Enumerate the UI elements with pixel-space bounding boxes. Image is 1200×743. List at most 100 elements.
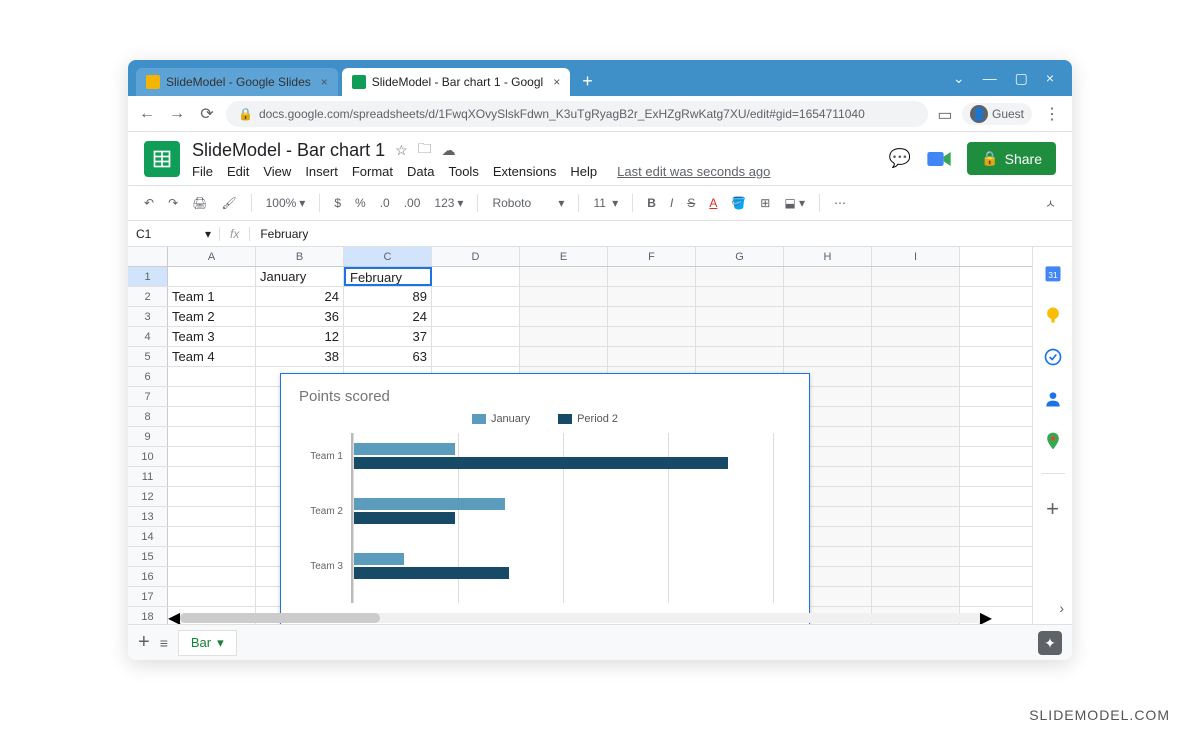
sheets-app-icon[interactable] [144,141,180,177]
row-header[interactable]: 15 [128,547,168,566]
cell[interactable] [168,547,256,566]
row-header[interactable]: 16 [128,567,168,586]
back-button[interactable]: ← [136,105,158,123]
cell[interactable] [168,507,256,526]
cell[interactable] [872,507,960,526]
share-button[interactable]: 🔒 Share [967,142,1056,175]
close-tab-icon[interactable]: × [553,75,560,89]
column-header[interactable]: I [872,247,960,266]
row-header[interactable]: 3 [128,307,168,326]
sheet-tab-menu-icon[interactable]: ▾ [217,635,224,651]
menu-view[interactable]: View [263,164,291,179]
strikethrough-button[interactable]: S [683,194,699,212]
cell[interactable] [784,347,872,366]
cloud-status-icon[interactable]: ☁ [442,142,456,159]
cell[interactable] [696,307,784,326]
cell[interactable] [872,527,960,546]
star-icon[interactable]: ☆ [395,142,408,159]
comments-button[interactable]: 💬 [889,148,911,169]
row-header[interactable]: 7 [128,387,168,406]
menu-data[interactable]: Data [407,164,434,179]
cell[interactable] [872,547,960,566]
cell[interactable]: 89 [344,287,432,306]
keep-icon[interactable] [1043,305,1063,325]
name-box[interactable]: C1▾ [128,227,220,241]
profile-button[interactable]: 👤 Guest [962,103,1032,125]
cell[interactable]: 38 [256,347,344,366]
menu-insert[interactable]: Insert [305,164,338,179]
column-header[interactable]: B [256,247,344,266]
cell[interactable]: Team 1 [168,287,256,306]
cell[interactable] [872,467,960,486]
cell[interactable] [432,307,520,326]
row-header[interactable]: 2 [128,287,168,306]
cell[interactable] [168,427,256,446]
cell[interactable] [784,267,872,286]
forward-button[interactable]: → [166,105,188,123]
cell[interactable] [432,347,520,366]
cell[interactable] [784,327,872,346]
add-addon-button[interactable]: + [1046,496,1059,522]
cell[interactable] [432,267,520,286]
row-header[interactable]: 13 [128,507,168,526]
cell[interactable] [784,307,872,326]
menu-edit[interactable]: Edit [227,164,249,179]
all-sheets-button[interactable]: ≡ [160,635,168,651]
cell[interactable] [872,387,960,406]
increase-decimal-button[interactable]: .00 [400,194,425,212]
cell[interactable] [608,307,696,326]
merge-cells-button[interactable]: ⬓ ▾ [780,194,809,212]
cell[interactable] [168,447,256,466]
cell[interactable] [872,307,960,326]
italic-button[interactable]: I [666,194,677,212]
cell[interactable] [168,587,256,606]
spreadsheet-grid[interactable]: ABCDEFGHI1JanuaryFebruary2Team 124893Tea… [128,247,1032,624]
new-tab-button[interactable]: + [574,71,601,92]
currency-button[interactable]: $ [330,194,345,212]
redo-button[interactable]: ↷ [164,194,182,212]
decrease-decimal-button[interactable]: .0 [376,194,394,212]
cell[interactable] [872,287,960,306]
cell[interactable] [168,487,256,506]
row-header[interactable]: 10 [128,447,168,466]
cell[interactable] [696,287,784,306]
cell[interactable]: 36 [256,307,344,326]
row-header[interactable]: 4 [128,327,168,346]
collapse-toolbar-button[interactable]: ㅅ [1041,193,1060,214]
browser-menu-button[interactable]: ⋮ [1040,104,1064,124]
close-tab-icon[interactable]: × [321,75,328,89]
font-family-dropdown[interactable]: Roboto ▾ [488,194,568,212]
cell[interactable] [168,527,256,546]
browser-tab-inactive[interactable]: SlideModel - Google Slides × [136,68,338,96]
column-header[interactable]: H [784,247,872,266]
column-header[interactable]: A [168,247,256,266]
cell[interactable] [872,367,960,386]
maximize-icon[interactable]: ▢ [1015,70,1028,87]
calendar-icon[interactable]: 31 [1043,263,1063,283]
cell[interactable] [696,327,784,346]
font-size-dropdown[interactable]: 11 ▾ [589,194,622,212]
chevron-down-icon[interactable]: ⌄ [953,70,965,87]
cell[interactable] [608,327,696,346]
menu-extensions[interactable]: Extensions [493,164,557,179]
column-header[interactable]: F [608,247,696,266]
cell[interactable] [872,347,960,366]
chart-object[interactable]: Points scoredJanuaryPeriod 2Team 1Team 2… [280,373,810,624]
move-icon[interactable]: 🗀 [418,138,432,162]
menu-file[interactable]: File [192,164,213,179]
row-header[interactable]: 6 [128,367,168,386]
cell[interactable] [168,407,256,426]
row-header[interactable]: 5 [128,347,168,366]
more-toolbar-button[interactable]: ⋯ [830,194,850,212]
last-edit-link[interactable]: Last edit was seconds ago [617,164,770,179]
cell[interactable] [696,267,784,286]
cell[interactable]: 37 [344,327,432,346]
row-header[interactable]: 1 [128,267,168,286]
browser-tab-active[interactable]: SlideModel - Bar chart 1 - Googl × [342,68,570,96]
column-header[interactable]: C [344,247,432,266]
contacts-icon[interactable] [1043,389,1063,409]
cell[interactable] [608,267,696,286]
cell[interactable]: January [256,267,344,286]
collapse-side-panel-button[interactable]: › [1059,600,1064,616]
cell[interactable] [168,467,256,486]
